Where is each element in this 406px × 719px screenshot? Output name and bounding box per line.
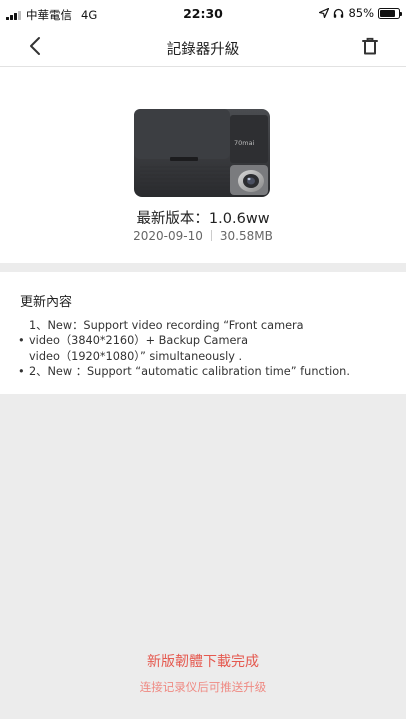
- notes-title: 更新內容: [20, 295, 73, 310]
- battery-icon: [378, 7, 402, 19]
- note-line: video（1920*1080）” simultaneously .: [18, 349, 398, 364]
- brand-logo: 70mai: [234, 139, 255, 147]
- note-line: 1、New：Support video recording “Front cam…: [18, 318, 398, 333]
- battery-percent: 85%: [348, 6, 374, 20]
- release-date: 2020-09-10: [133, 229, 203, 243]
- bullet: •: [18, 364, 25, 378]
- headphones-icon: [334, 8, 344, 18]
- dashcam-image: 70mai: [134, 109, 270, 197]
- note-text: video（3840*2160）+ Backup Camera: [29, 334, 248, 348]
- page-title: 記錄器升級: [166, 42, 240, 58]
- latest-version: 最新版本：1.0.6ww: [136, 211, 270, 227]
- firmware-size: 30.58MB: [219, 229, 273, 243]
- push-hint: 连接记录仪后可推送升级: [139, 680, 267, 694]
- firmware-meta: 2020-09-10 30.58MB: [0, 229, 406, 243]
- note-text: video（1920*1080）” simultaneously .: [29, 349, 243, 363]
- status-bar: 中華電信 4G 22:30 85%: [0, 0, 406, 28]
- meta-separator: [210, 230, 212, 241]
- note-text: 2、New ：Support “automatic calibration ti…: [29, 364, 350, 378]
- update-notes-card: 更新內容 1、New：Support video recording “Fron…: [0, 272, 406, 394]
- trash-icon: [362, 37, 378, 55]
- location-arrow-icon: [319, 8, 330, 18]
- notes-body: 1、New：Support video recording “Front cam…: [18, 318, 398, 379]
- note-text: 1、New：Support video recording “Front cam…: [29, 319, 304, 332]
- delete-button[interactable]: [360, 36, 380, 56]
- note-line: • video（3840*2160）+ Backup Camera: [18, 333, 398, 348]
- note-line: • 2、New ：Support “automatic calibration t…: [18, 364, 398, 379]
- nav-bar: 記錄器升級: [0, 28, 406, 66]
- download-status: 新版韌體下載完成: [147, 654, 259, 670]
- firmware-card: 70mai 最新版本：1.0.6ww 2020-09-10 30.58MB: [0, 67, 406, 263]
- bullet: •: [18, 334, 25, 348]
- status-right: 85%: [319, 6, 402, 20]
